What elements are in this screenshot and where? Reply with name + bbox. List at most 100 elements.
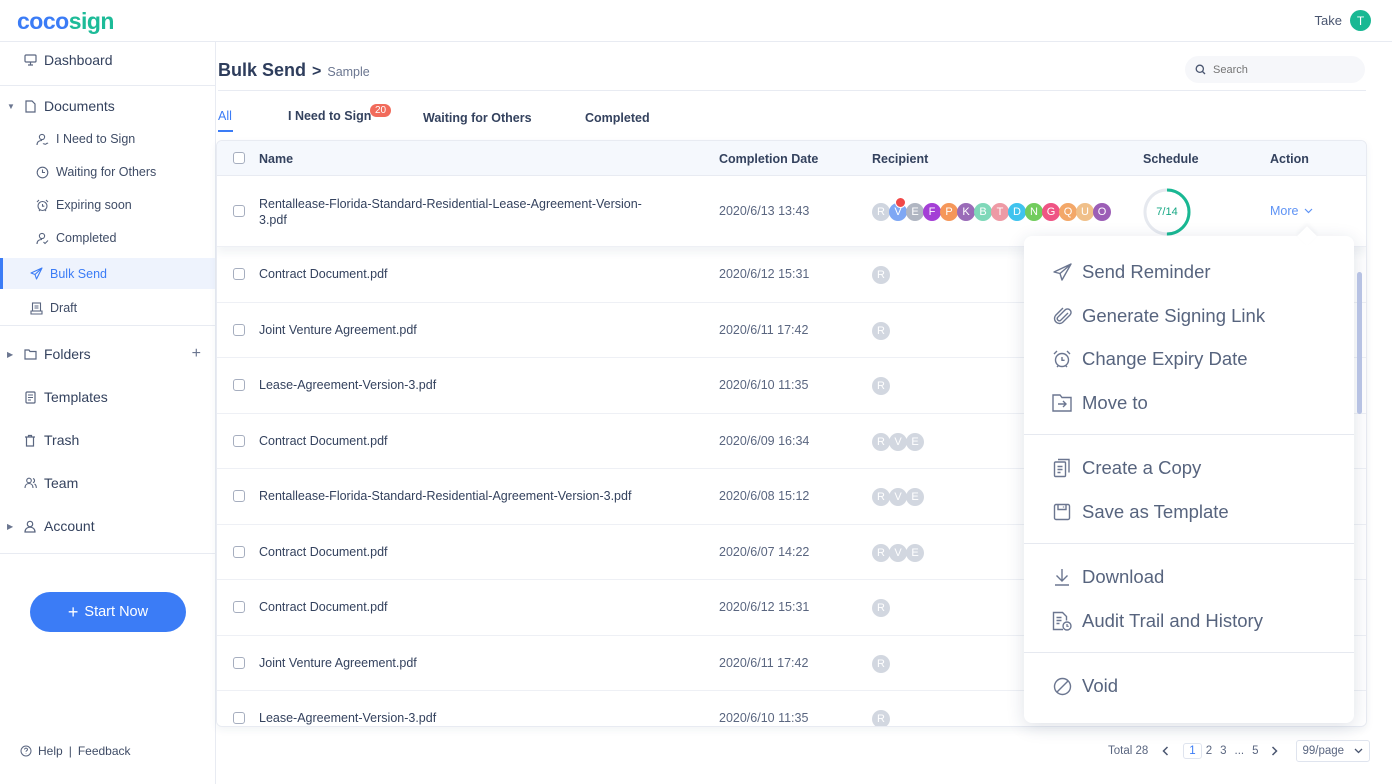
recipient-avatar[interactable]: O [1093,203,1111,221]
row-checkbox[interactable] [233,435,245,447]
page-title[interactable]: Bulk Send [218,60,306,81]
page-button-2[interactable]: 2 [1206,745,1212,757]
recipient-avatar[interactable]: R [872,203,890,221]
sidebar-item-trash[interactable]: Trash [0,426,215,454]
document-name[interactable]: Joint Venture Agreement.pdf [259,655,669,671]
tab-completed[interactable]: Completed [585,111,650,125]
row-checkbox[interactable] [233,490,245,502]
avatar[interactable]: T [1350,10,1371,31]
next-page-button[interactable] [1271,746,1278,756]
document-name[interactable]: Contract Document.pdf [259,599,669,615]
recipient-avatar[interactable]: R [872,377,890,395]
menu-scrollbar[interactable] [1357,272,1362,414]
help-link[interactable]: Help [38,744,63,758]
menu-item-download[interactable]: Download [1024,559,1354,595]
search-input[interactable] [1213,63,1343,76]
sidebar-item-templates[interactable]: Templates [0,383,215,411]
menu-item-label: Audit Trail and History [1082,610,1263,631]
recipient-avatar[interactable]: E [906,544,924,562]
recipient-avatar[interactable]: D [1008,203,1026,221]
search-box[interactable] [1185,56,1365,83]
sidebar-item-folders[interactable]: ▶ Folders + [0,340,215,368]
column-header-completion-date[interactable]: Completion Date [719,152,818,166]
column-header-name[interactable]: Name [259,152,293,166]
recipient-avatar[interactable]: R [872,266,890,284]
tab-waiting-for-others[interactable]: Waiting for Others [423,111,532,125]
menu-item-generate-signing-link[interactable]: Generate Signing Link [1024,298,1354,334]
sidebar-item-dashboard[interactable]: Dashboard [0,46,215,74]
recipient-avatar[interactable]: R [872,599,890,617]
recipient-avatar[interactable]: F [923,203,941,221]
sidebar-item-documents[interactable]: ▼ Documents [0,92,215,120]
document-name[interactable]: Joint Venture Agreement.pdf [259,322,669,338]
recipient-avatar[interactable]: R [872,544,890,562]
sidebar-item-expiring-soon[interactable]: Expiring soon [0,193,215,217]
page-size-select[interactable]: 99/page [1295,740,1370,762]
recipient-avatar[interactable]: R [872,655,890,673]
add-folder-button[interactable]: + [192,345,201,363]
recipient-avatar[interactable]: N [1025,203,1043,221]
tab-i-need-to-sign[interactable]: I Need to Sign 20 [288,104,392,123]
sidebar-item-bulk-send[interactable]: Bulk Send [0,258,215,289]
sidebar-item-draft[interactable]: Draft [0,296,215,320]
document-name[interactable]: Rentallease-Florida-Standard-Residential… [259,488,669,504]
menu-item-send-reminder[interactable]: Send Reminder [1024,254,1354,290]
menu-item-audit-trail[interactable]: Audit Trail and History [1024,603,1354,639]
document-name[interactable]: Rentallease-Florida-Standard-Residential… [259,196,669,228]
row-checkbox[interactable] [233,379,245,391]
recipient-avatar[interactable]: V [889,544,907,562]
recipient-avatar[interactable]: E [906,433,924,451]
sidebar-item-team[interactable]: Team [0,469,215,497]
page-button-5[interactable]: 5 [1252,745,1258,757]
completion-date: 2020/6/13 13:43 [719,204,810,218]
document-name[interactable]: Lease-Agreement-Version-3.pdf [259,710,669,726]
document-name[interactable]: Contract Document.pdf [259,544,669,560]
recipient-avatar[interactable]: U [1076,203,1094,221]
page-button-3[interactable]: 3 [1220,745,1226,757]
recipient-avatar[interactable]: R [872,322,890,340]
row-checkbox[interactable] [233,268,245,280]
row-checkbox[interactable] [233,205,245,217]
user-menu[interactable]: Take T [1315,10,1371,31]
sidebar-item-i-need-to-sign[interactable]: I Need to Sign [0,127,215,151]
page-button-1[interactable]: 1 [1183,743,1202,759]
recipient-avatar[interactable]: R [872,710,890,726]
document-name[interactable]: Contract Document.pdf [259,433,669,449]
row-checkbox[interactable] [233,601,245,613]
recipient-avatar[interactable]: E [906,203,924,221]
sidebar-item-waiting-for-others[interactable]: Waiting for Others [0,160,215,184]
recipient-avatar[interactable]: V [889,433,907,451]
page-ellipsis[interactable]: ... [1235,745,1245,757]
row-checkbox[interactable] [233,712,245,724]
recipient-avatar[interactable]: R [872,433,890,451]
select-all-checkbox[interactable] [233,152,245,164]
recipient-avatar[interactable]: T [991,203,1009,221]
recipient-avatar[interactable]: V [889,197,907,221]
recipient-avatar[interactable]: R [872,488,890,506]
row-checkbox[interactable] [233,657,245,669]
sidebar-item-account[interactable]: ▶ Account [0,512,215,540]
more-actions-button[interactable]: More [1270,204,1313,218]
recipient-avatar[interactable]: E [906,488,924,506]
tab-all[interactable]: All [218,109,233,132]
menu-item-change-expiry-date[interactable]: Change Expiry Date [1024,341,1354,377]
prev-page-button[interactable] [1162,746,1169,756]
recipient-avatar[interactable]: P [940,203,958,221]
recipient-avatar[interactable]: B [974,203,992,221]
feedback-link[interactable]: Feedback [78,744,131,758]
document-name[interactable]: Contract Document.pdf [259,266,669,282]
sidebar-item-completed[interactable]: Completed [0,226,215,250]
recipient-avatar[interactable]: V [889,488,907,506]
start-now-button[interactable]: + Start Now [30,592,186,632]
menu-item-void[interactable]: Void [1024,668,1354,704]
menu-item-move-to[interactable]: Move to [1024,385,1354,421]
recipient-avatar[interactable]: Q [1059,203,1077,221]
recipient-avatar[interactable]: K [957,203,975,221]
row-checkbox[interactable] [233,324,245,336]
row-checkbox[interactable] [233,546,245,558]
recipient-avatar[interactable]: G [1042,203,1060,221]
document-name[interactable]: Lease-Agreement-Version-3.pdf [259,377,669,393]
menu-item-save-as-template[interactable]: Save as Template [1024,494,1354,530]
logo[interactable]: cocosign [17,8,114,35]
menu-item-create-a-copy[interactable]: Create a Copy [1024,450,1354,486]
